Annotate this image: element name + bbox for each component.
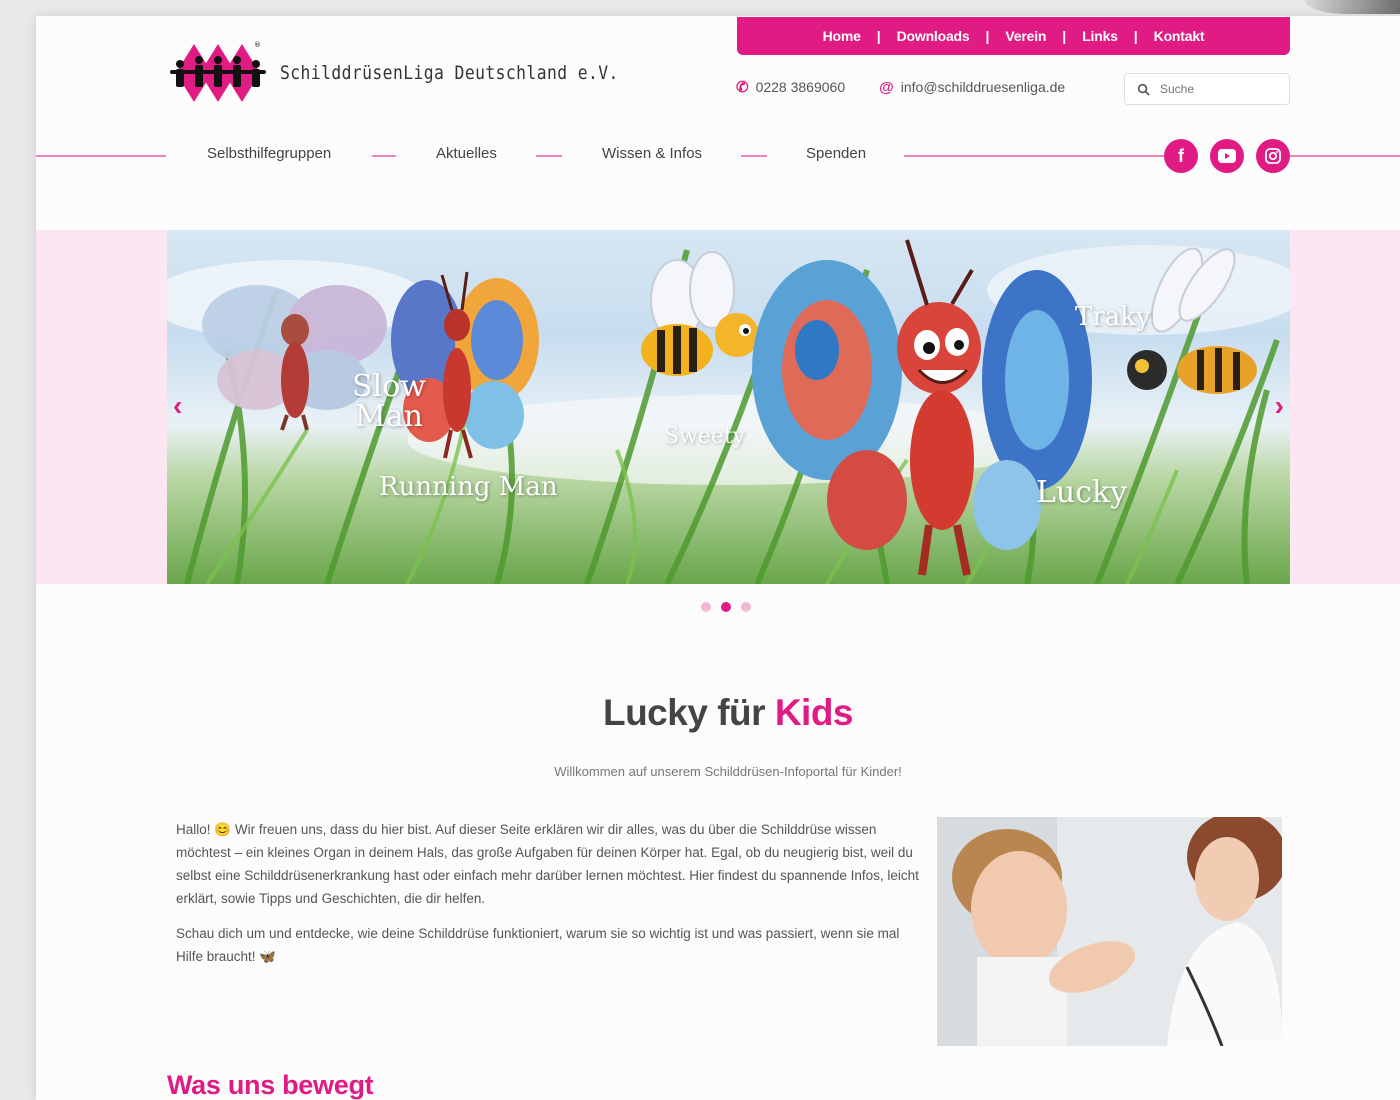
contact-email[interactable]: @ info@schilddruesenliga.de <box>879 79 1065 96</box>
email-address: info@schilddruesenliga.de <box>900 79 1066 95</box>
page-subtitle: Willkommen auf unserem Schilddrüsen-Info… <box>554 764 902 779</box>
hero-illustration <box>167 239 1290 584</box>
nav-item-wissen-infos[interactable]: Wissen & Infos <box>602 145 702 162</box>
slider-prev-arrow-icon[interactable]: ‹ <box>173 390 182 422</box>
window-corner-shadow <box>1305 0 1400 14</box>
hero-slider: Slow Man Running Man Sweety Traky Lucky … <box>167 230 1290 584</box>
hero-caption-traky: Traky <box>1075 302 1151 332</box>
nav-divider <box>1290 155 1400 157</box>
top-menu-home[interactable]: Home <box>823 28 861 44</box>
svg-text:®: ® <box>254 41 261 49</box>
menu-separator: | <box>985 28 990 44</box>
facebook-icon[interactable]: f <box>1164 139 1198 173</box>
nav-item-spenden[interactable]: Spenden <box>806 145 866 162</box>
photo-illustration <box>937 817 1282 1046</box>
page-title-highlight: Kids <box>774 692 854 733</box>
intro-paragraph-2: Schau dich um und entdecke, wie deine Sc… <box>176 926 900 964</box>
top-menu-kontakt[interactable]: Kontakt <box>1154 28 1205 44</box>
hero-caption-sweety: Sweety <box>664 424 746 449</box>
hero-caption-running-man: Running Man <box>379 472 558 502</box>
slider-dot-1[interactable] <box>701 602 711 612</box>
slider-dot-2[interactable] <box>721 602 731 612</box>
phone-icon: ✆ <box>736 79 749 96</box>
search-icon[interactable] <box>1137 83 1150 96</box>
nav-item-selbsthilfegruppen[interactable]: Selbsthilfegruppen <box>207 145 331 162</box>
nav-divider <box>372 155 396 157</box>
search-input[interactable] <box>1160 82 1270 96</box>
slider-next-arrow-icon[interactable]: › <box>1275 390 1284 422</box>
nav-divider <box>741 155 767 157</box>
nav-divider <box>36 155 166 157</box>
search-box <box>1124 73 1290 105</box>
at-icon: @ <box>879 78 894 96</box>
site-logo[interactable]: ® SchilddrüsenLiga Deutschland e.V. <box>166 38 674 108</box>
phone-number: 0228 3869060 <box>755 79 846 95</box>
nav-divider <box>904 155 1164 157</box>
logo-text: SchilddrüsenLiga Deutschland e.V. <box>280 62 619 84</box>
page: Home | Downloads | Verein | Links | Kont… <box>36 16 1400 1100</box>
slider-dot-3[interactable] <box>741 602 751 612</box>
hero-caption-slow-man: Slow Man <box>352 369 426 434</box>
nav-divider <box>536 155 562 157</box>
doctor-child-photo <box>937 817 1282 1046</box>
top-menu: Home | Downloads | Verein | Links | Kont… <box>737 17 1290 55</box>
page-title: Lucky für Kids <box>36 692 1400 734</box>
hero-caption-lucky: Lucky <box>1036 475 1128 510</box>
camera-icon <box>1265 148 1281 164</box>
intro-text: Hallo! 😊 Wir freuen uns, dass du hier bi… <box>176 818 921 980</box>
play-icon <box>1218 149 1236 163</box>
slider-dots <box>701 602 751 612</box>
instagram-icon[interactable] <box>1256 139 1290 173</box>
nav-item-aktuelles[interactable]: Aktuelles <box>436 145 497 162</box>
section-title: Was uns bewegt <box>167 1070 374 1100</box>
menu-separator: | <box>1133 28 1138 44</box>
logo-mark-icon: ® <box>170 41 266 102</box>
page-title-main: Lucky für <box>602 692 775 733</box>
contact-row: ✆ 0228 3869060 @ info@schilddruesenliga.… <box>736 78 1065 97</box>
contact-phone[interactable]: ✆ 0228 3869060 <box>736 78 845 96</box>
intro-paragraph-1: Hallo! 😊 Wir freuen uns, dass du hier bi… <box>176 822 919 906</box>
top-menu-links[interactable]: Links <box>1082 28 1118 44</box>
top-menu-verein[interactable]: Verein <box>1005 28 1046 44</box>
menu-separator: | <box>1062 28 1067 44</box>
youtube-icon[interactable] <box>1210 139 1244 173</box>
top-menu-downloads[interactable]: Downloads <box>897 28 970 44</box>
menu-separator: | <box>876 28 881 44</box>
